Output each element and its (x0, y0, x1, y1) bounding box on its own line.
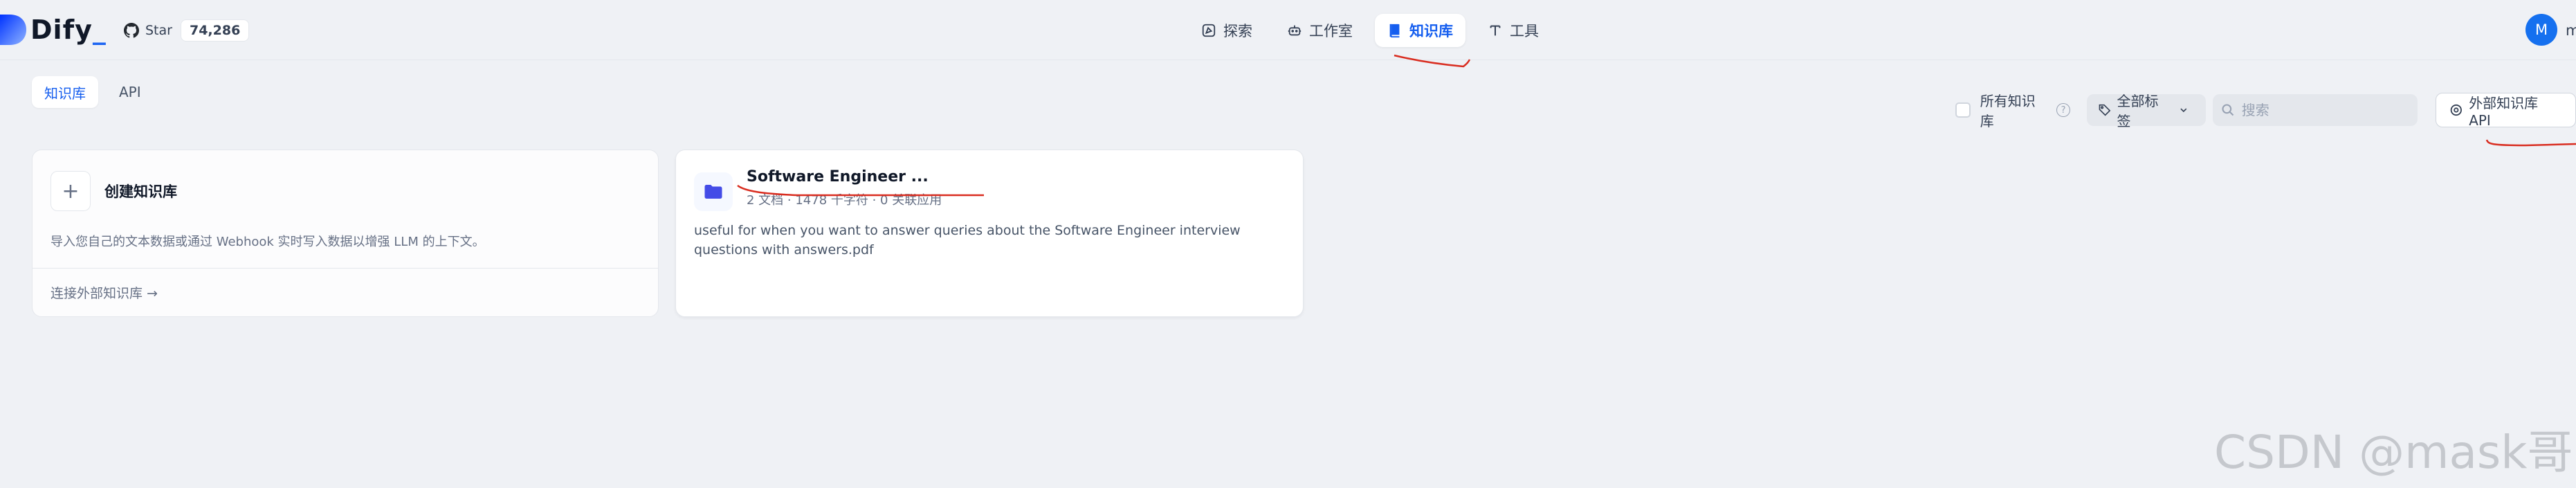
tab-knowledge[interactable]: 知识库 (32, 76, 98, 108)
connect-external-knowledge-link[interactable]: 连接外部知识库 → (51, 283, 158, 302)
nav-explore[interactable]: 探索 (1189, 14, 1265, 47)
tag-filter-dropdown[interactable]: 全部标签 (2086, 93, 2206, 129)
help-icon[interactable]: ? (2056, 103, 2070, 117)
nav-studio[interactable]: 工作室 (1275, 14, 1365, 47)
all-datasets-checkbox[interactable] (1955, 102, 1971, 118)
user-name[interactable]: m (2566, 22, 2576, 39)
external-knowledge-api-button[interactable]: 外部知识库 API (2435, 93, 2576, 129)
create-knowledge-description: 导入您自己的文本数据或通过 Webhook 实时写入数据以增强 LLM 的上下文… (51, 235, 485, 249)
explore-icon (1202, 24, 1216, 37)
robot-icon (1288, 25, 1301, 36)
card-divider (33, 268, 658, 269)
external-api-label: 外部知识库 API (2469, 94, 2539, 129)
nav-studio-label: 工作室 (1309, 23, 1353, 39)
tab-api[interactable]: API (107, 76, 154, 108)
github-star-button[interactable]: Star 74,286 (123, 18, 250, 43)
book-icon (1389, 24, 1400, 38)
github-star-label: Star (145, 23, 172, 38)
dataset-description: useful for when you want to answer queri… (694, 223, 1241, 257)
dify-logo[interactable]: Dify_ (0, 12, 107, 47)
chevron-down-icon (2180, 108, 2187, 113)
tool-icon (1490, 25, 1501, 36)
search-icon (2222, 104, 2234, 116)
api-connection-icon (2450, 104, 2462, 116)
knowledge-subtabs: 知识库 API (32, 76, 162, 108)
main-nav: 探索 工作室 知识库 工具 (1189, 14, 1561, 47)
github-icon (124, 23, 139, 38)
watermark: CSDN @mask哥 (2214, 426, 2573, 479)
folder-icon (704, 185, 722, 199)
plus-icon: + (51, 171, 91, 211)
search-box[interactable] (2212, 94, 2418, 126)
github-star-count: 74,286 (180, 19, 250, 42)
tag-filter-label: 全部标签 (2117, 93, 2159, 129)
dataset-card[interactable]: Software Engineer ... 2 文档 · 1478 千字符 · … (675, 150, 1304, 317)
app-name: Dify_ (30, 15, 107, 45)
dataset-meta: 2 文档 · 1478 千字符 · 0 关联应用 (747, 193, 942, 208)
nav-knowledge[interactable]: 知识库 (1375, 14, 1465, 47)
annotation-underline-api (2485, 139, 2576, 147)
dataset-title: Software Engineer ... (747, 168, 929, 186)
user-avatar[interactable]: M (2525, 14, 2557, 46)
nav-knowledge-label: 知识库 (1409, 23, 1453, 39)
create-knowledge-title: 创建知识库 (104, 183, 177, 200)
dify-logo-icon (0, 15, 26, 45)
nav-explore-label: 探索 (1223, 23, 1252, 39)
dataset-icon-box (694, 172, 733, 211)
filter-toolbar: 所有知识库 ? 全部标签 外部知识库 API (1955, 90, 2576, 130)
search-input[interactable] (2240, 101, 2402, 119)
top-navigation-bar: Dify_ Star 74,286 探索 工作室 知识库 工具 M m (0, 0, 2576, 60)
all-datasets-label: 所有知识库 (1980, 93, 2036, 129)
nav-tools[interactable]: 工具 (1475, 14, 1551, 47)
tag-icon (2099, 104, 2111, 116)
create-knowledge-card[interactable]: + 创建知识库 导入您自己的文本数据或通过 Webhook 实时写入数据以增强 … (32, 150, 659, 317)
nav-tools-label: 工具 (1510, 23, 1539, 39)
